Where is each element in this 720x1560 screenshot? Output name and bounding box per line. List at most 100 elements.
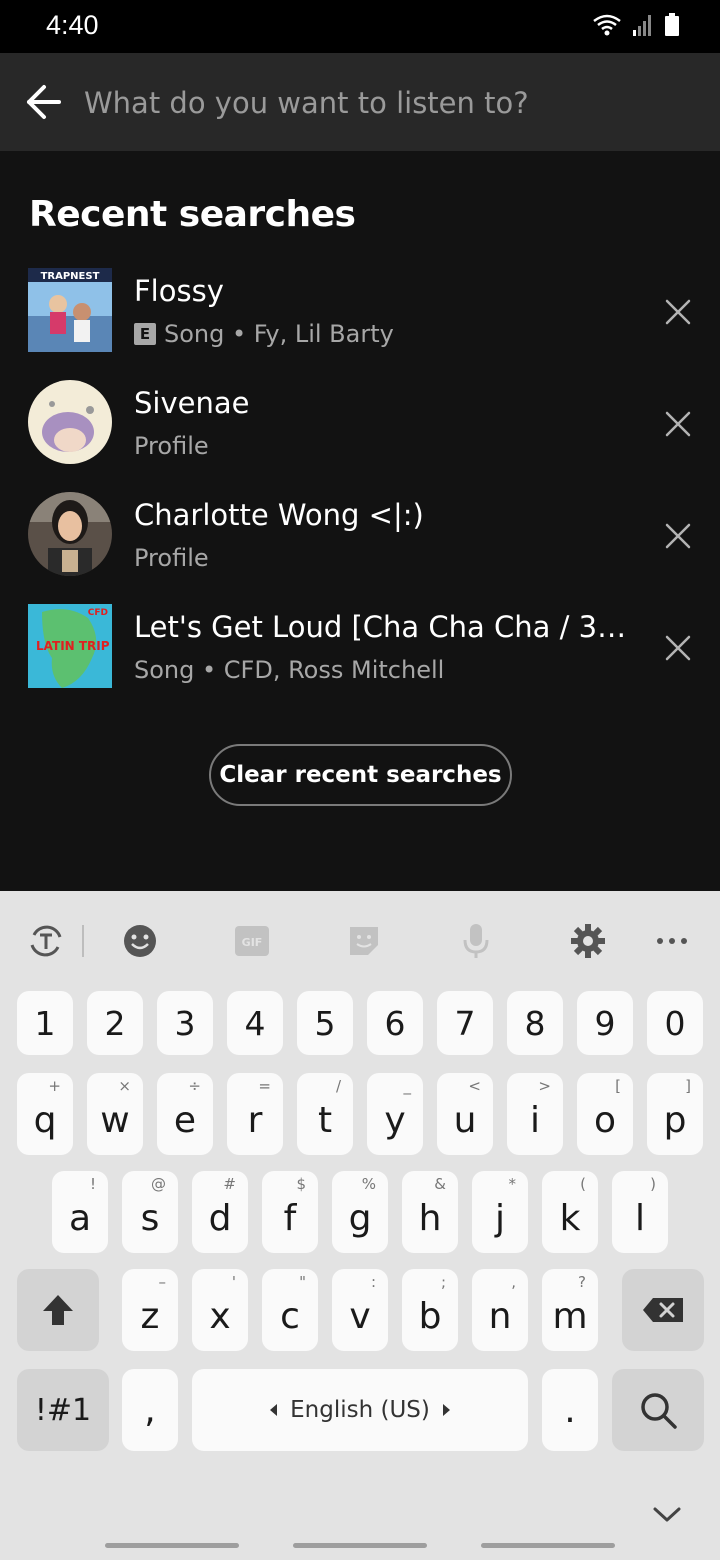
- search-key[interactable]: [612, 1369, 704, 1451]
- space-key[interactable]: English (US): [192, 1369, 528, 1451]
- key-i[interactable]: > i: [507, 1073, 563, 1155]
- remove-item-button[interactable]: [658, 516, 698, 556]
- key-z[interactable]: – z: [122, 1269, 178, 1351]
- comma-key[interactable]: ,: [122, 1369, 178, 1451]
- search-input[interactable]: [84, 77, 694, 129]
- close-icon: [665, 411, 691, 437]
- profile-avatar: [28, 380, 112, 464]
- key-k[interactable]: (k: [542, 1171, 598, 1253]
- item-title: Sivenae: [134, 386, 250, 420]
- shift-key[interactable]: [17, 1269, 99, 1351]
- emoji-icon[interactable]: [118, 919, 162, 963]
- album-art: TRAPNEST: [28, 268, 112, 352]
- key-e[interactable]: ÷ e: [157, 1073, 213, 1155]
- symbols-key[interactable]: !#1: [17, 1369, 109, 1451]
- key-w[interactable]: × w: [87, 1073, 143, 1155]
- chevron-down-icon: [653, 1507, 681, 1522]
- key-5[interactable]: 5: [297, 991, 353, 1055]
- item-title: Flossy: [134, 274, 224, 308]
- key-7[interactable]: 7: [437, 991, 493, 1055]
- gif-icon[interactable]: GIF: [230, 919, 274, 963]
- key-2[interactable]: 2: [87, 991, 143, 1055]
- item-subtitle: Profile: [134, 544, 209, 572]
- key-d[interactable]: # d: [192, 1171, 248, 1253]
- key-c[interactable]: " c: [262, 1269, 318, 1351]
- key-v[interactable]: :v: [332, 1269, 388, 1351]
- period-key[interactable]: .: [542, 1369, 598, 1451]
- list-item[interactable]: Charlotte Wong <|:) Profile: [0, 488, 720, 600]
- hide-keyboard-button[interactable]: [652, 1505, 682, 1525]
- key-b[interactable]: ; b: [402, 1269, 458, 1351]
- search-icon: [641, 1393, 677, 1429]
- toolbar-divider: [82, 925, 84, 957]
- key-a[interactable]: ! a: [52, 1171, 108, 1253]
- list-item[interactable]: CFD LATIN TRIP Let's Get Loud [Cha Cha C…: [0, 600, 720, 712]
- profile-avatar: [28, 492, 112, 576]
- status-bar: 4:40: [0, 0, 720, 53]
- key-g[interactable]: % g: [332, 1171, 388, 1253]
- nav-back-handle[interactable]: [481, 1543, 615, 1548]
- item-subtitle-text: Song • Fy, Lil Barty: [164, 320, 394, 348]
- navigation-bar: [0, 1509, 720, 1560]
- sticker-icon[interactable]: [342, 919, 386, 963]
- key-y[interactable]: _ y: [367, 1073, 423, 1155]
- backspace-key[interactable]: [622, 1269, 704, 1351]
- svg-text:GIF: GIF: [242, 936, 263, 949]
- battery-icon: [664, 12, 680, 42]
- key-s[interactable]: @ s: [122, 1171, 178, 1253]
- gear-icon[interactable]: [566, 919, 610, 963]
- key-h[interactable]: & h: [402, 1171, 458, 1253]
- key-n[interactable]: ,n: [472, 1269, 528, 1351]
- nav-home-handle[interactable]: [293, 1543, 427, 1548]
- recent-searches-title: Recent searches: [29, 194, 356, 235]
- remove-item-button[interactable]: [658, 628, 698, 668]
- key-l[interactable]: ) l: [612, 1171, 668, 1253]
- key-4[interactable]: 4: [227, 991, 283, 1055]
- caret-right-icon: [442, 1404, 450, 1416]
- on-screen-keyboard: GIF 1 2 3 4 5 6 7 8 9 0 + q × w ÷ e = r / t _…: [0, 891, 720, 1560]
- more-options-icon[interactable]: [650, 919, 694, 963]
- close-icon: [665, 523, 691, 549]
- recent-searches-list: TRAPNEST Flossy E Song • Fy, Lil Barty S…: [0, 264, 720, 712]
- close-icon: [665, 299, 691, 325]
- key-r[interactable]: = r: [227, 1073, 283, 1155]
- close-icon: [665, 635, 691, 661]
- clear-recent-searches-button[interactable]: Clear recent searches: [209, 744, 512, 806]
- svg-text:CFD: CFD: [88, 608, 108, 618]
- key-9[interactable]: 9: [577, 991, 633, 1055]
- remove-item-button[interactable]: [658, 292, 698, 332]
- list-item[interactable]: Sivenae Profile: [0, 376, 720, 488]
- keyboard-language: English (US): [290, 1397, 430, 1423]
- key-q[interactable]: + q: [17, 1073, 73, 1155]
- translate-icon[interactable]: [24, 919, 68, 963]
- wifi-icon: [592, 13, 622, 42]
- key-t[interactable]: / t: [297, 1073, 353, 1155]
- signal-icon: [632, 13, 654, 42]
- caret-left-icon: [270, 1404, 278, 1416]
- svg-text:LATIN TRIP: LATIN TRIP: [36, 639, 110, 653]
- key-x[interactable]: ' x: [192, 1269, 248, 1351]
- key-8[interactable]: 8: [507, 991, 563, 1055]
- back-button[interactable]: [18, 77, 68, 127]
- svg-text:TRAPNEST: TRAPNEST: [41, 271, 100, 282]
- key-p[interactable]: ] p: [647, 1073, 703, 1155]
- item-title: Let's Get Loud [Cha Cha Cha / 31 Bpm]: [134, 610, 634, 644]
- key-1[interactable]: 1: [17, 991, 73, 1055]
- key-f[interactable]: $ f: [262, 1171, 318, 1253]
- album-art: CFD LATIN TRIP: [28, 604, 112, 688]
- item-subtitle: Profile: [134, 432, 209, 460]
- nav-recents-handle[interactable]: [105, 1543, 239, 1548]
- key-0[interactable]: 0: [647, 991, 703, 1055]
- remove-item-button[interactable]: [658, 404, 698, 444]
- key-j[interactable]: * j: [472, 1171, 528, 1253]
- key-u[interactable]: < u: [437, 1073, 493, 1155]
- list-item[interactable]: TRAPNEST Flossy E Song • Fy, Lil Barty: [0, 264, 720, 376]
- backspace-icon: [643, 1298, 683, 1322]
- key-m[interactable]: ? m: [542, 1269, 598, 1351]
- microphone-icon[interactable]: [454, 919, 498, 963]
- key-o[interactable]: [o: [577, 1073, 633, 1155]
- status-time: 4:40: [46, 10, 99, 40]
- key-3[interactable]: 3: [157, 991, 213, 1055]
- key-6[interactable]: 6: [367, 991, 423, 1055]
- item-subtitle: E Song • Fy, Lil Barty: [134, 320, 394, 348]
